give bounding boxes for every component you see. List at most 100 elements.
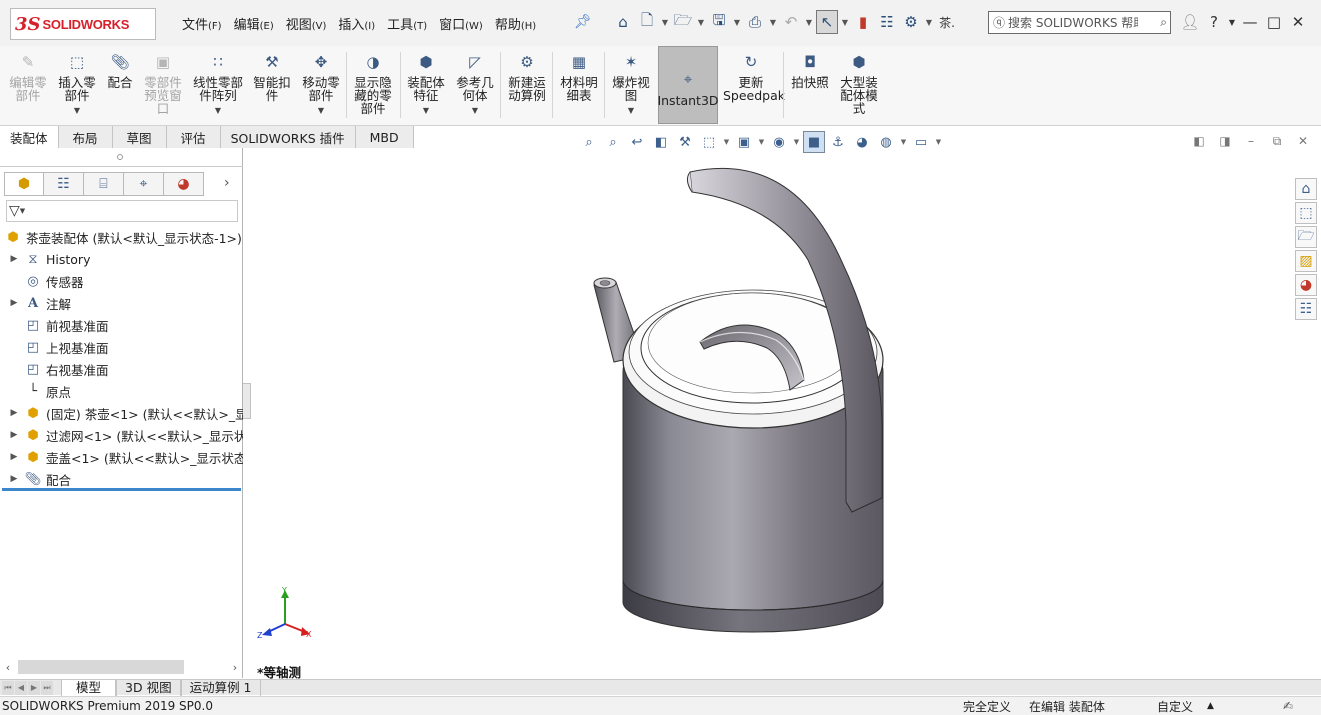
menu-edit[interactable]: 编辑(E) xyxy=(228,14,280,33)
exploded-view-dropdown-icon[interactable]: ▼ xyxy=(628,104,634,117)
move-component-dropdown-icon[interactable]: ▼ xyxy=(318,104,324,117)
tab-model[interactable]: 模型 xyxy=(61,679,117,696)
component-preview-button[interactable]: ▣ 零部件预览窗口 xyxy=(140,46,186,124)
maximize-icon[interactable]: □ xyxy=(1262,10,1286,34)
filter-dropdown-icon[interactable]: ▼ xyxy=(20,207,25,215)
display-manager-icon[interactable]: ◕ xyxy=(164,172,204,196)
assembly-features-dropdown-icon[interactable]: ▼ xyxy=(423,104,429,117)
insert-component-dropdown-icon[interactable]: ▼ xyxy=(74,104,80,117)
tree-item-strainer-component[interactable]: ▶ ⬢ 过滤网<1> (默认<<默认>_显示状态 xyxy=(0,424,243,446)
tab-3d-views[interactable]: 3D 视图 xyxy=(116,679,181,696)
edit-appearance-icon[interactable]: ◕ xyxy=(851,131,873,153)
home-icon[interactable]: ⌂ xyxy=(612,10,634,34)
user-account-icon[interactable]: 👤︎ xyxy=(1178,10,1202,34)
tree-item-teapot-component[interactable]: ▶ ⬢ (固定) 茶壶<1> (默认<<默认>_显示状态 xyxy=(0,402,243,424)
panel-grip-handle[interactable] xyxy=(117,154,123,160)
expand-arrow-icon[interactable]: ▶ xyxy=(8,474,20,484)
select-cursor-icon[interactable]: ↖ xyxy=(816,10,838,34)
viewport-close-icon[interactable]: ✕ xyxy=(1292,131,1314,151)
help-question-icon[interactable]: ? xyxy=(1202,10,1226,34)
tree-item-front-plane[interactable]: ◰ 前视基准面 xyxy=(0,314,243,336)
tab-layout[interactable]: 布局 xyxy=(58,126,113,148)
select-dropdown-icon[interactable]: ▼ xyxy=(840,10,850,34)
solidworks-resources-home-icon[interactable]: ⌂ xyxy=(1295,178,1317,200)
first-tab-icon[interactable]: ⏮︎ xyxy=(2,680,14,695)
status-units[interactable]: 自定义 xyxy=(1157,698,1193,715)
solidworks-logo[interactable]: 3S SOLIDWORKS xyxy=(10,8,156,40)
rollback-bar[interactable] xyxy=(2,488,241,491)
custom-properties-icon[interactable]: ☷ xyxy=(1295,298,1317,320)
close-icon[interactable]: ✕ xyxy=(1286,10,1310,34)
tree-item-history[interactable]: ▶ ⧖ History xyxy=(0,248,243,270)
graphics-area[interactable] xyxy=(252,152,1292,678)
tree-filter-box[interactable]: ▽ ▼ xyxy=(6,200,238,222)
tree-item-top-plane[interactable]: ◰ 上视基准面 xyxy=(0,336,243,358)
tab-mbd[interactable]: MBD xyxy=(355,126,414,148)
teapot-assembly-model[interactable] xyxy=(252,152,1292,678)
shaded-cube-icon[interactable]: ■ xyxy=(803,131,825,153)
insert-component-button[interactable]: ⬚ 插入零部件 ▼ xyxy=(54,46,100,124)
dimxpert-manager-icon[interactable]: ⌖ xyxy=(124,172,164,196)
large-assembly-mode-button[interactable]: ⬢ 大型装配体模式 xyxy=(836,46,882,124)
prev-tab-icon[interactable]: ◀ xyxy=(15,680,27,695)
apply-scene-icon[interactable]: ◍ xyxy=(875,131,897,153)
reference-geometry-dropdown-icon[interactable]: ▼ xyxy=(472,104,478,117)
property-manager-icon[interactable]: ☷ xyxy=(44,172,84,196)
scroll-thumb[interactable] xyxy=(18,660,184,674)
menu-help[interactable]: 帮助(H) xyxy=(489,14,542,33)
last-tab-icon[interactable]: ⏭︎ xyxy=(41,680,53,695)
edit-part-button[interactable]: ✎ 编辑零部件 xyxy=(6,46,50,124)
print-dropdown-icon[interactable]: ▼ xyxy=(768,10,778,34)
scroll-left-icon[interactable]: ‹ xyxy=(0,661,16,674)
pin-icon[interactable]: 📌︎ xyxy=(574,14,592,30)
move-component-button[interactable]: ✥ 移动零部件 ▼ xyxy=(298,46,344,124)
smart-fasteners-button[interactable]: ⚒ 智能扣件 xyxy=(250,46,294,124)
tree-horizontal-scrollbar[interactable]: ‹ › xyxy=(0,658,243,676)
tab-evaluate[interactable]: 评估 xyxy=(166,126,221,148)
reference-geometry-button[interactable]: ◸ 参考几何体 ▼ xyxy=(452,46,498,124)
menu-tools[interactable]: 工具(T) xyxy=(381,14,433,33)
view-orientation-icon[interactable]: ⬚ xyxy=(698,131,720,153)
tab-sketch[interactable]: 草图 xyxy=(112,126,167,148)
rebuild-traffic-light-icon[interactable]: ▮ xyxy=(852,10,874,34)
new-dropdown-icon[interactable]: ▼ xyxy=(660,10,670,34)
show-hidden-components-button[interactable]: ◑ 显示隐藏的零部件 xyxy=(350,46,396,124)
expand-arrow-icon[interactable]: ▶ xyxy=(8,430,20,440)
units-dropdown-icon[interactable]: ▲ xyxy=(1207,701,1214,711)
previous-view-icon[interactable]: ↩ xyxy=(626,131,648,153)
options-gear-icon[interactable]: ⚙ xyxy=(900,10,922,34)
undo-icon[interactable]: ↶ xyxy=(780,10,802,34)
tree-item-mates[interactable]: ▶ 📎︎ 配合 xyxy=(0,468,243,490)
view-settings-dropdown-icon[interactable]: ▼ xyxy=(934,131,943,153)
options-dropdown-icon[interactable]: ▼ xyxy=(924,10,934,34)
view-orientation-dropdown-icon[interactable]: ▼ xyxy=(722,131,731,153)
tree-root-assembly[interactable]: ⬢ 茶壶装配体 (默认<默认_显示状态-1>) xyxy=(0,226,243,248)
undo-dropdown-icon[interactable]: ▼ xyxy=(804,10,814,34)
tree-item-right-plane[interactable]: ◰ 右视基准面 xyxy=(0,358,243,380)
help-dropdown-icon[interactable]: ▼ xyxy=(1226,10,1238,34)
exploded-view-button[interactable]: ✶ 爆炸视图 ▼ xyxy=(608,46,654,124)
scroll-right-icon[interactable]: › xyxy=(227,661,243,674)
assembly-features-button[interactable]: ⬢ 装配体特征 ▼ xyxy=(404,46,448,124)
menu-view[interactable]: 视图(V) xyxy=(280,14,333,33)
prev-window-icon[interactable]: ◧ xyxy=(1188,131,1210,151)
instant3d-button[interactable]: ⌖ Instant3D xyxy=(657,46,719,124)
feature-manager-tree-icon[interactable]: ⬢ xyxy=(4,172,44,196)
display-style-dropdown-icon[interactable]: ▼ xyxy=(757,131,766,153)
hide-show-dropdown-icon[interactable]: ▼ xyxy=(792,131,801,153)
new-document-icon[interactable]: 🗋︎ xyxy=(636,10,658,34)
appearances-scenes-icon[interactable]: ◕ xyxy=(1295,274,1317,296)
zoom-to-fit-icon[interactable]: ⌕ xyxy=(578,131,600,153)
search-icon[interactable]: ⌕ xyxy=(1160,15,1167,30)
save-dropdown-icon[interactable]: ▼ xyxy=(732,10,742,34)
linear-pattern-dropdown-icon[interactable]: ▼ xyxy=(215,104,221,117)
panel-splitter-handle[interactable] xyxy=(243,383,251,419)
tree-item-annotations[interactable]: ▶ A 注解 xyxy=(0,292,243,314)
tab-solidworks-addins[interactable]: SOLIDWORKS 插件 xyxy=(220,126,356,148)
triad-view-icon[interactable]: ⚓ xyxy=(827,131,849,153)
viewport-minimize-icon[interactable]: – xyxy=(1240,131,1262,151)
filter-funnel-icon[interactable]: ▽ xyxy=(9,203,20,219)
more-commands-icon[interactable]: 茶. xyxy=(936,10,958,34)
zoom-to-area-icon[interactable]: ⌕ xyxy=(602,131,624,153)
expand-arrow-icon[interactable]: ▶ xyxy=(8,452,20,462)
